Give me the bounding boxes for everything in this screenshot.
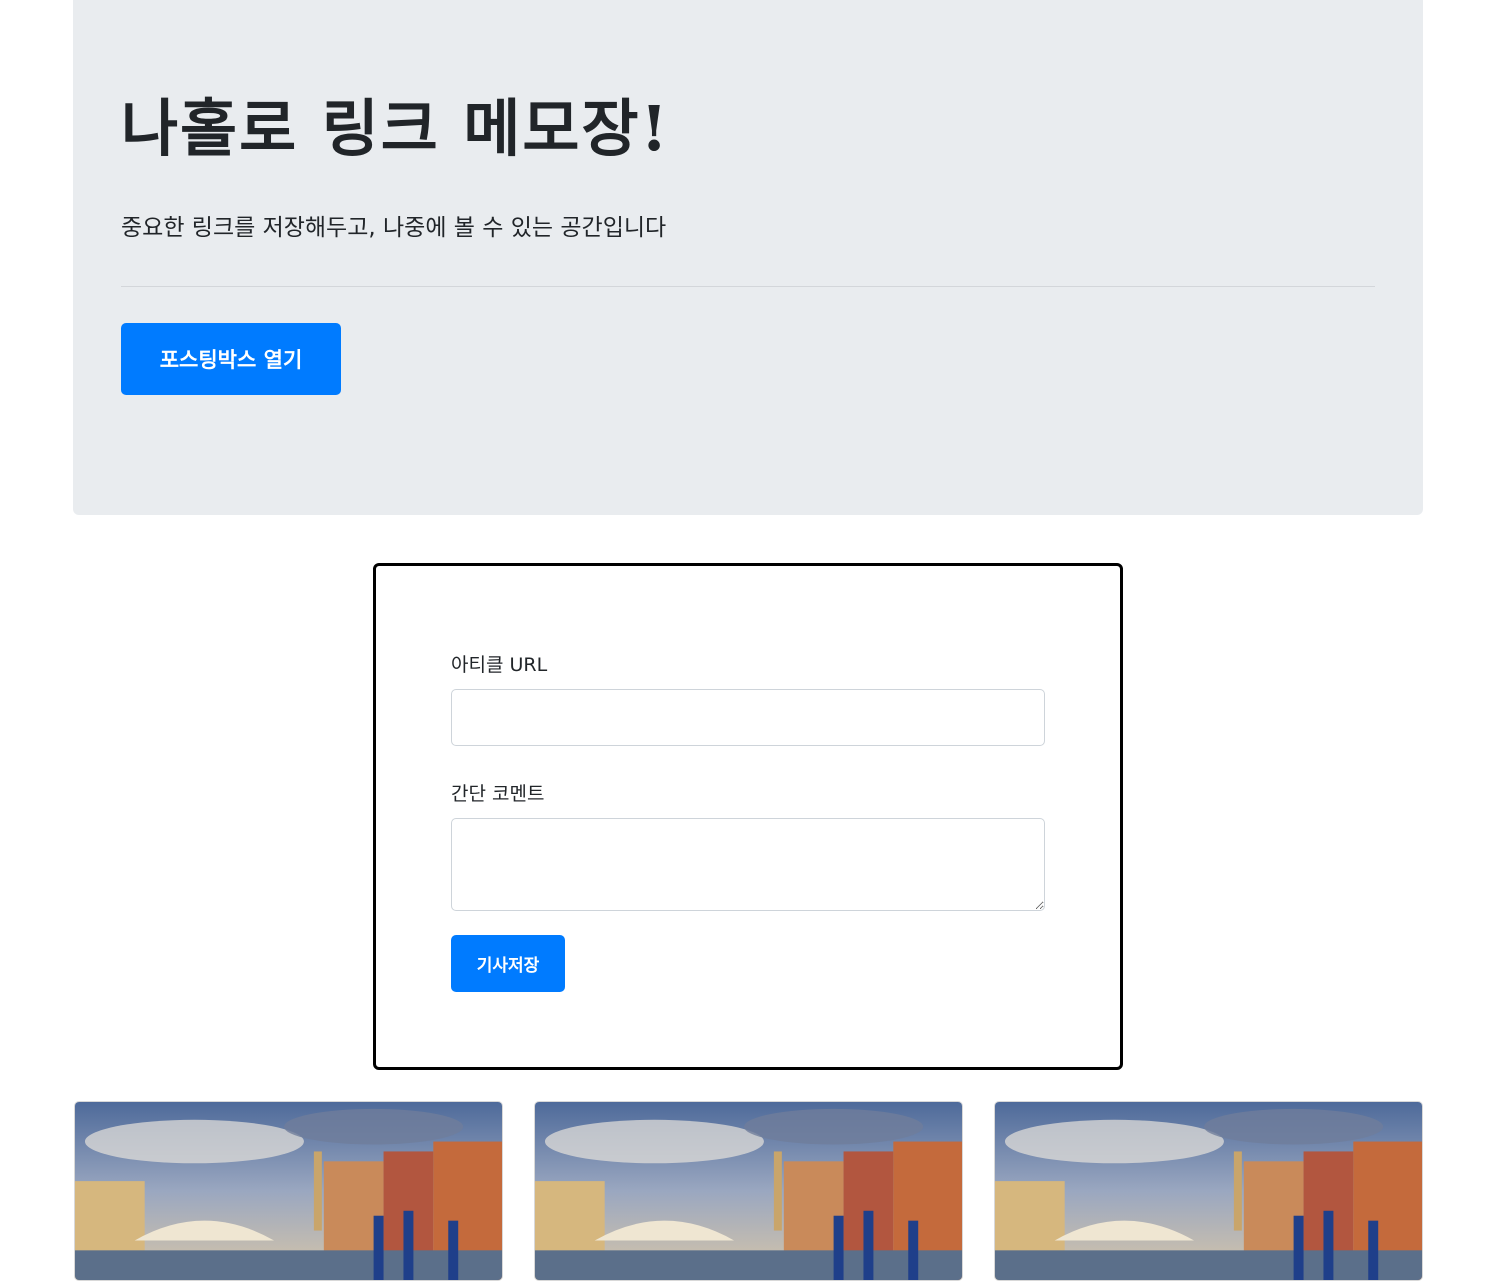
divider — [121, 286, 1375, 287]
open-posting-box-button[interactable]: 포스팅박스 열기 — [121, 323, 341, 395]
page-title: 나홀로 링크 메모장! — [121, 92, 670, 165]
card-image — [535, 1102, 962, 1280]
page-subtitle: 중요한 링크를 저장해두고, 나중에 볼 수 있는 공간입니다 — [121, 215, 667, 241]
comment-textarea[interactable] — [451, 818, 1045, 911]
comment-label: 간단 코멘트 — [451, 783, 545, 805]
jumbotron: 나홀로 링크 메모장! 중요한 링크를 저장해두고, 나중에 볼 수 있는 공간… — [73, 0, 1423, 515]
article-card[interactable] — [994, 1101, 1423, 1281]
card-image — [75, 1102, 502, 1280]
article-url-input[interactable] — [451, 689, 1045, 746]
article-card[interactable] — [534, 1101, 963, 1281]
save-article-button[interactable]: 기사저장 — [451, 935, 565, 992]
posting-box: 아티클 URL 간단 코멘트 기사저장 — [373, 563, 1123, 1070]
url-label: 아티클 URL — [451, 654, 548, 676]
article-card[interactable] — [74, 1101, 503, 1281]
card-image — [995, 1102, 1422, 1280]
